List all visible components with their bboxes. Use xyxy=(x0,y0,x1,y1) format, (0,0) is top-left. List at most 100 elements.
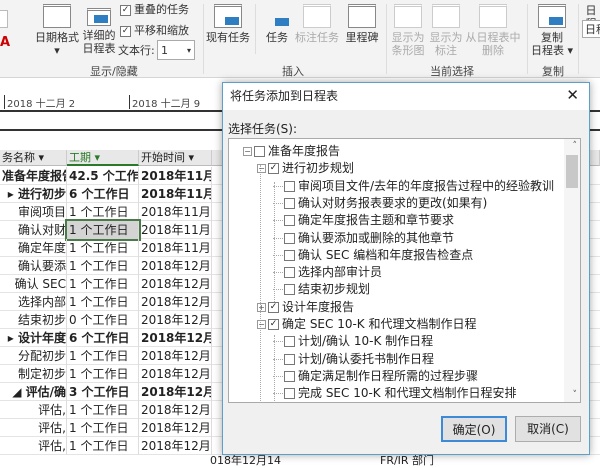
task-checkbox[interactable] xyxy=(254,146,265,157)
cell-duration[interactable]: 1 个工作日 xyxy=(67,293,139,311)
close-icon[interactable]: ✕ xyxy=(566,86,579,104)
column-header-start[interactable]: 开始时间 ▾ xyxy=(139,150,212,166)
cell-duration[interactable]: 1 个工作日 xyxy=(67,401,139,419)
text-lines-select[interactable]: 1 ▾ xyxy=(157,40,195,60)
cell-duration[interactable]: 1 个工作日 xyxy=(67,203,139,221)
cell-name[interactable]: ▸ 进行初步 xyxy=(0,185,67,203)
cell-start[interactable]: 2018年11月2 xyxy=(139,185,212,203)
overlap-tasks-checkbox[interactable]: ✓ 重叠的任务 xyxy=(120,3,189,16)
tree-item[interactable]: 结束初步规划 xyxy=(273,281,370,298)
tree-item[interactable]: 选择内部审计员 xyxy=(273,264,382,281)
cell-duration[interactable]: 1 个工作日 xyxy=(67,365,139,383)
tree-item[interactable]: 审阅项目文件/去年的年度报告过程中的经验教训 xyxy=(273,178,554,195)
task-checkbox[interactable] xyxy=(284,336,295,348)
tree-item[interactable]: 计划/确认 10-K 制作日程 xyxy=(273,333,433,350)
cell-name[interactable]: 评估, xyxy=(0,437,67,455)
task-checkbox[interactable] xyxy=(284,249,295,261)
cell-name[interactable]: 审阅项目 xyxy=(0,203,67,221)
tree-item[interactable]: 确定满足制作日程所需的过程步骤 xyxy=(273,368,478,385)
tree-item[interactable]: − 准备年度报告 xyxy=(243,143,340,160)
task-checkbox[interactable] xyxy=(284,215,295,227)
column-header-task-name[interactable]: 务名称 ▾ xyxy=(0,150,67,166)
cell-name[interactable]: 确定年度 xyxy=(0,239,67,257)
task-checkbox[interactable] xyxy=(284,197,295,209)
cell-start[interactable]: 2018年12月2 xyxy=(139,329,212,347)
cell-start[interactable]: 2018年11月2 xyxy=(139,221,212,239)
cell-name[interactable]: 分配初步 xyxy=(0,347,67,365)
pan-zoom-checkbox[interactable]: ✓ 平移和缩放 xyxy=(120,24,189,37)
task-checkbox[interactable]: ✓ xyxy=(268,163,279,175)
date-format-button[interactable]: 日期格式 ▾ xyxy=(33,4,81,57)
cell-duration[interactable]: 1 个工作日 xyxy=(67,239,139,257)
cell-duration[interactable]: 1 个工作日 xyxy=(67,419,139,437)
remove-from-timeline-button[interactable]: 从日程表中 删除 xyxy=(464,4,522,57)
scroll-up-icon[interactable]: ˄ xyxy=(573,141,578,151)
cell-start[interactable]: 2018年11月2 xyxy=(139,203,212,221)
tree-item[interactable]: 确认要添加或删除的其他章节 xyxy=(273,230,454,247)
display-as-bar-button[interactable]: 显示为 条形图 xyxy=(390,4,426,57)
tree-item[interactable]: 计划/确认委托书制作日程 xyxy=(273,351,434,368)
cell-name[interactable]: 确认要添 xyxy=(0,257,67,275)
tree-item[interactable]: 完成 SEC 10-K 和代理文档制作日程安排 xyxy=(273,385,517,402)
cell-name[interactable]: 确认 SEC xyxy=(0,275,67,293)
tree-item[interactable]: 确定年度报告主题和章节要求 xyxy=(273,212,454,229)
cell-name[interactable]: 结束初步 xyxy=(0,311,67,329)
collapse-icon[interactable]: − xyxy=(257,320,266,329)
scrollbar-thumb[interactable] xyxy=(566,155,578,188)
cell-start[interactable]: 2018年12月2 xyxy=(139,365,212,383)
font-size-dropdown[interactable] xyxy=(0,10,8,28)
cell-start[interactable]: 2018年12月2 xyxy=(139,311,212,329)
milestone-button[interactable]: 里程碑 xyxy=(342,4,382,44)
cell-duration[interactable]: 1 个工作日 xyxy=(67,257,139,275)
display-as-callout-button[interactable]: 显示为 标注 xyxy=(428,4,464,57)
cell-name[interactable]: 评估, xyxy=(0,419,67,437)
callout-task-button[interactable]: 标注任务 xyxy=(294,4,340,44)
tree-item[interactable]: − ✓ 确定 SEC 10-K 和代理文档制作日程 xyxy=(257,316,477,333)
cell-start[interactable]: 2018年12月20 xyxy=(139,437,212,455)
cell-name[interactable]: 评估, xyxy=(0,401,67,419)
copy-timeline-button[interactable]: 复制 日程表 ▾ xyxy=(530,4,574,57)
ok-button[interactable]: 确定(O) xyxy=(441,416,507,442)
cell-duration[interactable]: 1 个工作日 xyxy=(67,437,139,455)
task-checkbox[interactable] xyxy=(284,353,295,365)
cell-name[interactable]: ◢ 评估/确 xyxy=(0,383,67,401)
cell-duration[interactable]: 1 个工作日 xyxy=(65,219,141,241)
cell-start[interactable]: 2018年12月2 xyxy=(139,257,212,275)
cell-duration[interactable]: 6 个工作日 xyxy=(67,185,139,203)
cell-start[interactable]: 2018年11月2 xyxy=(139,239,212,257)
cell-start[interactable]: 2018年12月2 xyxy=(139,293,212,311)
existing-tasks-button[interactable]: 现有任务 xyxy=(203,4,253,44)
cell-name[interactable]: ▸ 设计年度 xyxy=(0,329,67,347)
tree-item[interactable]: − ✓ 进行初步规划 xyxy=(257,160,354,177)
task-checkbox[interactable] xyxy=(284,180,295,192)
cell-start[interactable]: 2018年11月 2 xyxy=(139,167,212,185)
scrollbar[interactable]: ˄ ˅ xyxy=(564,139,580,402)
task-checkbox[interactable] xyxy=(284,284,295,296)
cell-start[interactable]: 2018年12月2 xyxy=(139,401,212,419)
collapse-icon[interactable]: − xyxy=(257,164,266,174)
cell-name[interactable]: 选择内部 xyxy=(0,293,67,311)
task-checkbox[interactable] xyxy=(284,370,295,382)
detailed-timeline-button[interactable]: 详细的 日程表 xyxy=(80,8,118,55)
cell-name[interactable]: 确认对财 xyxy=(0,221,67,239)
right-group-field[interactable]: 日程 xyxy=(582,20,600,38)
task-checkbox[interactable] xyxy=(284,232,295,244)
expand-icon[interactable]: + xyxy=(257,302,266,312)
cell-duration[interactable]: 6 个工作日 xyxy=(67,329,139,347)
cell-duration[interactable]: 1 个工作日 xyxy=(67,275,139,293)
cell-name[interactable]: 准备年度报告 xyxy=(0,167,67,185)
cell-duration[interactable]: 42.5 个工作日 xyxy=(67,167,139,185)
collapse-icon[interactable]: − xyxy=(243,147,252,156)
cell-start[interactable]: 2018年12月2 xyxy=(139,383,212,401)
cancel-button[interactable]: 取消(C) xyxy=(515,416,581,442)
column-header-duration[interactable]: 工期 ▾ xyxy=(67,150,139,166)
tree-item[interactable]: 确认 SEC 编档和年度报告检查点 xyxy=(273,247,473,264)
font-color-button[interactable]: A xyxy=(0,36,10,49)
cell-start[interactable]: 2018年12月2 xyxy=(139,347,212,365)
cell-duration[interactable]: 1 个工作日 xyxy=(67,347,139,365)
task-checkbox[interactable] xyxy=(284,267,295,279)
cell-duration[interactable]: 0 个工作日 xyxy=(67,311,139,329)
tree-item[interactable]: + ✓ 设计年度报告 xyxy=(257,299,354,316)
cell-start[interactable]: 2018年12月2 xyxy=(139,419,212,437)
add-task-button[interactable]: 任务 xyxy=(262,4,292,44)
